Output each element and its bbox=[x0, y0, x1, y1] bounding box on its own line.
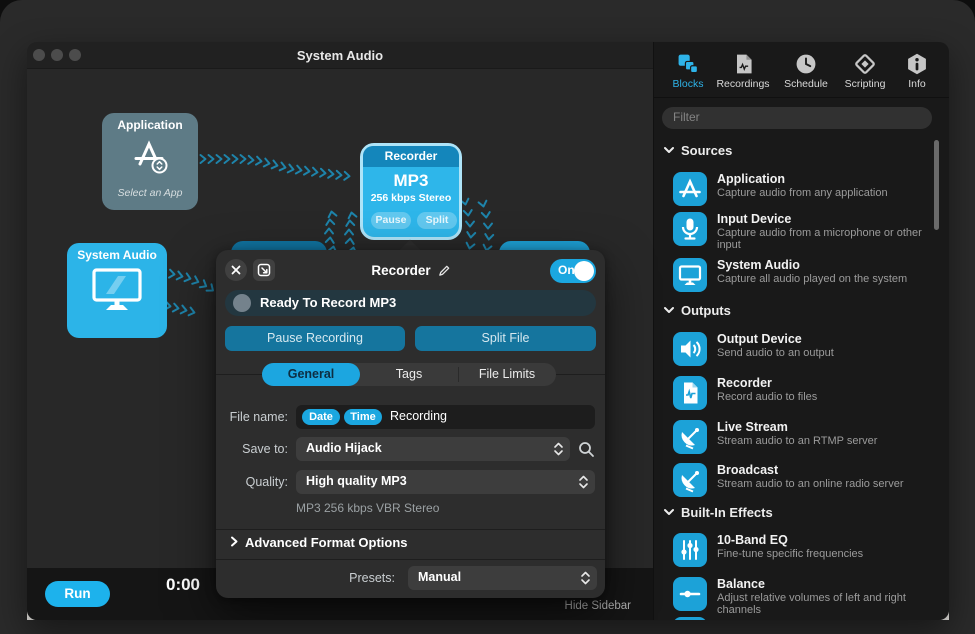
system-audio-block[interactable]: System Audio bbox=[67, 243, 167, 338]
recorder-block-format: MP3 bbox=[363, 171, 459, 191]
status-pill: Ready To Record MP3 bbox=[225, 290, 596, 316]
application-source-icon bbox=[673, 172, 707, 206]
divider bbox=[216, 559, 605, 560]
file-name-field[interactable]: Date Time Recording bbox=[296, 405, 595, 429]
divider bbox=[216, 529, 605, 530]
file-name-label: File name: bbox=[216, 410, 288, 424]
presets-label: Presets: bbox=[335, 571, 395, 585]
sidebar-tab-schedule[interactable]: Schedule bbox=[773, 52, 839, 90]
session-timer: 0:00 bbox=[147, 575, 219, 595]
recorder-block-split-button[interactable]: Split bbox=[417, 212, 457, 229]
monitor-icon bbox=[92, 268, 142, 314]
section-header-sources[interactable]: Sources bbox=[664, 143, 732, 158]
chevron-down-icon bbox=[664, 508, 674, 516]
sidebar-scrollbar[interactable] bbox=[934, 140, 939, 230]
schedule-icon bbox=[794, 52, 818, 76]
section-header-effects[interactable]: Built-In Effects bbox=[664, 505, 773, 520]
microphone-icon bbox=[673, 212, 707, 246]
tab-general[interactable]: General bbox=[262, 363, 360, 386]
time-token[interactable]: Time bbox=[344, 409, 382, 425]
info-icon bbox=[905, 52, 929, 76]
sidebar-tab-recordings[interactable]: Recordings bbox=[704, 52, 782, 90]
toggle-label: On bbox=[558, 263, 575, 277]
recorder-file-icon bbox=[673, 376, 707, 410]
pause-recording-button[interactable]: Pause Recording bbox=[225, 326, 405, 351]
section-header-outputs[interactable]: Outputs bbox=[664, 303, 731, 318]
sidebar-tab-info[interactable]: Info bbox=[897, 52, 937, 90]
split-file-button[interactable]: Split File bbox=[415, 326, 596, 351]
system-audio-icon bbox=[673, 258, 707, 292]
file-name-value: Recording bbox=[390, 409, 447, 423]
filter-placeholder: Filter bbox=[673, 110, 932, 124]
close-icon bbox=[225, 259, 247, 281]
recorder-block-detail: 256 kbps Stereo bbox=[363, 192, 459, 204]
hide-sidebar-button[interactable]: Hide Sidebar bbox=[565, 600, 631, 612]
date-token[interactable]: Date bbox=[302, 409, 340, 425]
recorder-popover: Recorder On Ready To Record MP3 Pause Re… bbox=[216, 250, 605, 598]
toggle-knob bbox=[574, 261, 594, 281]
status-text: Ready To Record MP3 bbox=[260, 295, 396, 310]
recorder-block[interactable]: Recorder MP3 256 kbps Stereo Pause Split bbox=[360, 143, 462, 240]
popover-popout-button[interactable] bbox=[253, 259, 275, 281]
recordings-icon bbox=[731, 52, 755, 76]
app-window: System Audio bbox=[27, 42, 949, 620]
on-toggle[interactable]: On bbox=[550, 259, 596, 283]
search-icon[interactable] bbox=[578, 441, 595, 458]
tab-file-limits[interactable]: File Limits bbox=[458, 363, 556, 386]
advanced-format-options[interactable]: Advanced Format Options bbox=[230, 535, 408, 550]
status-dot bbox=[233, 294, 251, 312]
run-button[interactable]: Run bbox=[45, 581, 110, 607]
titlebar: System Audio bbox=[27, 42, 653, 69]
sidebar: Blocks Recordings Schedule bbox=[653, 42, 949, 620]
quality-label: Quality: bbox=[216, 475, 288, 489]
presets-dropdown[interactable]: Manual bbox=[408, 566, 597, 590]
system-audio-block-title: System Audio bbox=[67, 248, 167, 262]
partial-next-item-icon bbox=[673, 617, 707, 620]
equalizer-icon bbox=[673, 533, 707, 567]
satellite-dish-icon bbox=[673, 420, 707, 454]
window-title: System Audio bbox=[27, 42, 653, 68]
recorder-block-title: Recorder bbox=[363, 146, 459, 167]
popover-tabs: General Tags File Limits bbox=[262, 363, 556, 386]
speaker-icon bbox=[673, 332, 707, 366]
satellite-dish-icon bbox=[673, 463, 707, 497]
application-block-title: Application bbox=[102, 118, 198, 132]
popover-title: Recorder bbox=[371, 263, 430, 278]
filter-input[interactable]: Filter bbox=[662, 107, 932, 129]
popout-icon bbox=[253, 259, 275, 281]
blocks-icon bbox=[676, 52, 700, 76]
recorder-block-pause-button[interactable]: Pause bbox=[371, 212, 411, 229]
popover-close-button[interactable] bbox=[225, 259, 247, 281]
chevron-down-icon bbox=[664, 146, 674, 154]
balance-icon bbox=[673, 577, 707, 611]
app-store-icon bbox=[128, 134, 172, 180]
scripting-icon bbox=[853, 52, 877, 76]
stepper-chevrons-icon bbox=[578, 474, 589, 490]
recorder-block-header: Recorder bbox=[363, 146, 459, 167]
screenshot-stage: System Audio bbox=[0, 0, 975, 634]
application-block[interactable]: Application Select an App bbox=[102, 113, 198, 210]
application-block-subtitle: Select an App bbox=[102, 187, 198, 199]
tabbar-divider bbox=[654, 97, 949, 98]
popover-title-row: Recorder bbox=[296, 259, 526, 281]
chevron-right-icon bbox=[230, 536, 238, 547]
save-to-dropdown[interactable]: Audio Hijack bbox=[296, 437, 570, 461]
edit-pencil-icon[interactable] bbox=[438, 264, 451, 277]
sidebar-tab-scripting[interactable]: Scripting bbox=[834, 52, 896, 90]
tab-tags[interactable]: Tags bbox=[360, 363, 458, 386]
quality-detail: MP3 256 kbps VBR Stereo bbox=[296, 501, 439, 515]
stepper-chevrons-icon bbox=[553, 441, 564, 457]
chevron-down-icon bbox=[664, 306, 674, 314]
stepper-chevrons-icon bbox=[580, 570, 591, 586]
quality-dropdown[interactable]: High quality MP3 bbox=[296, 470, 595, 494]
save-to-label: Save to: bbox=[216, 442, 288, 456]
